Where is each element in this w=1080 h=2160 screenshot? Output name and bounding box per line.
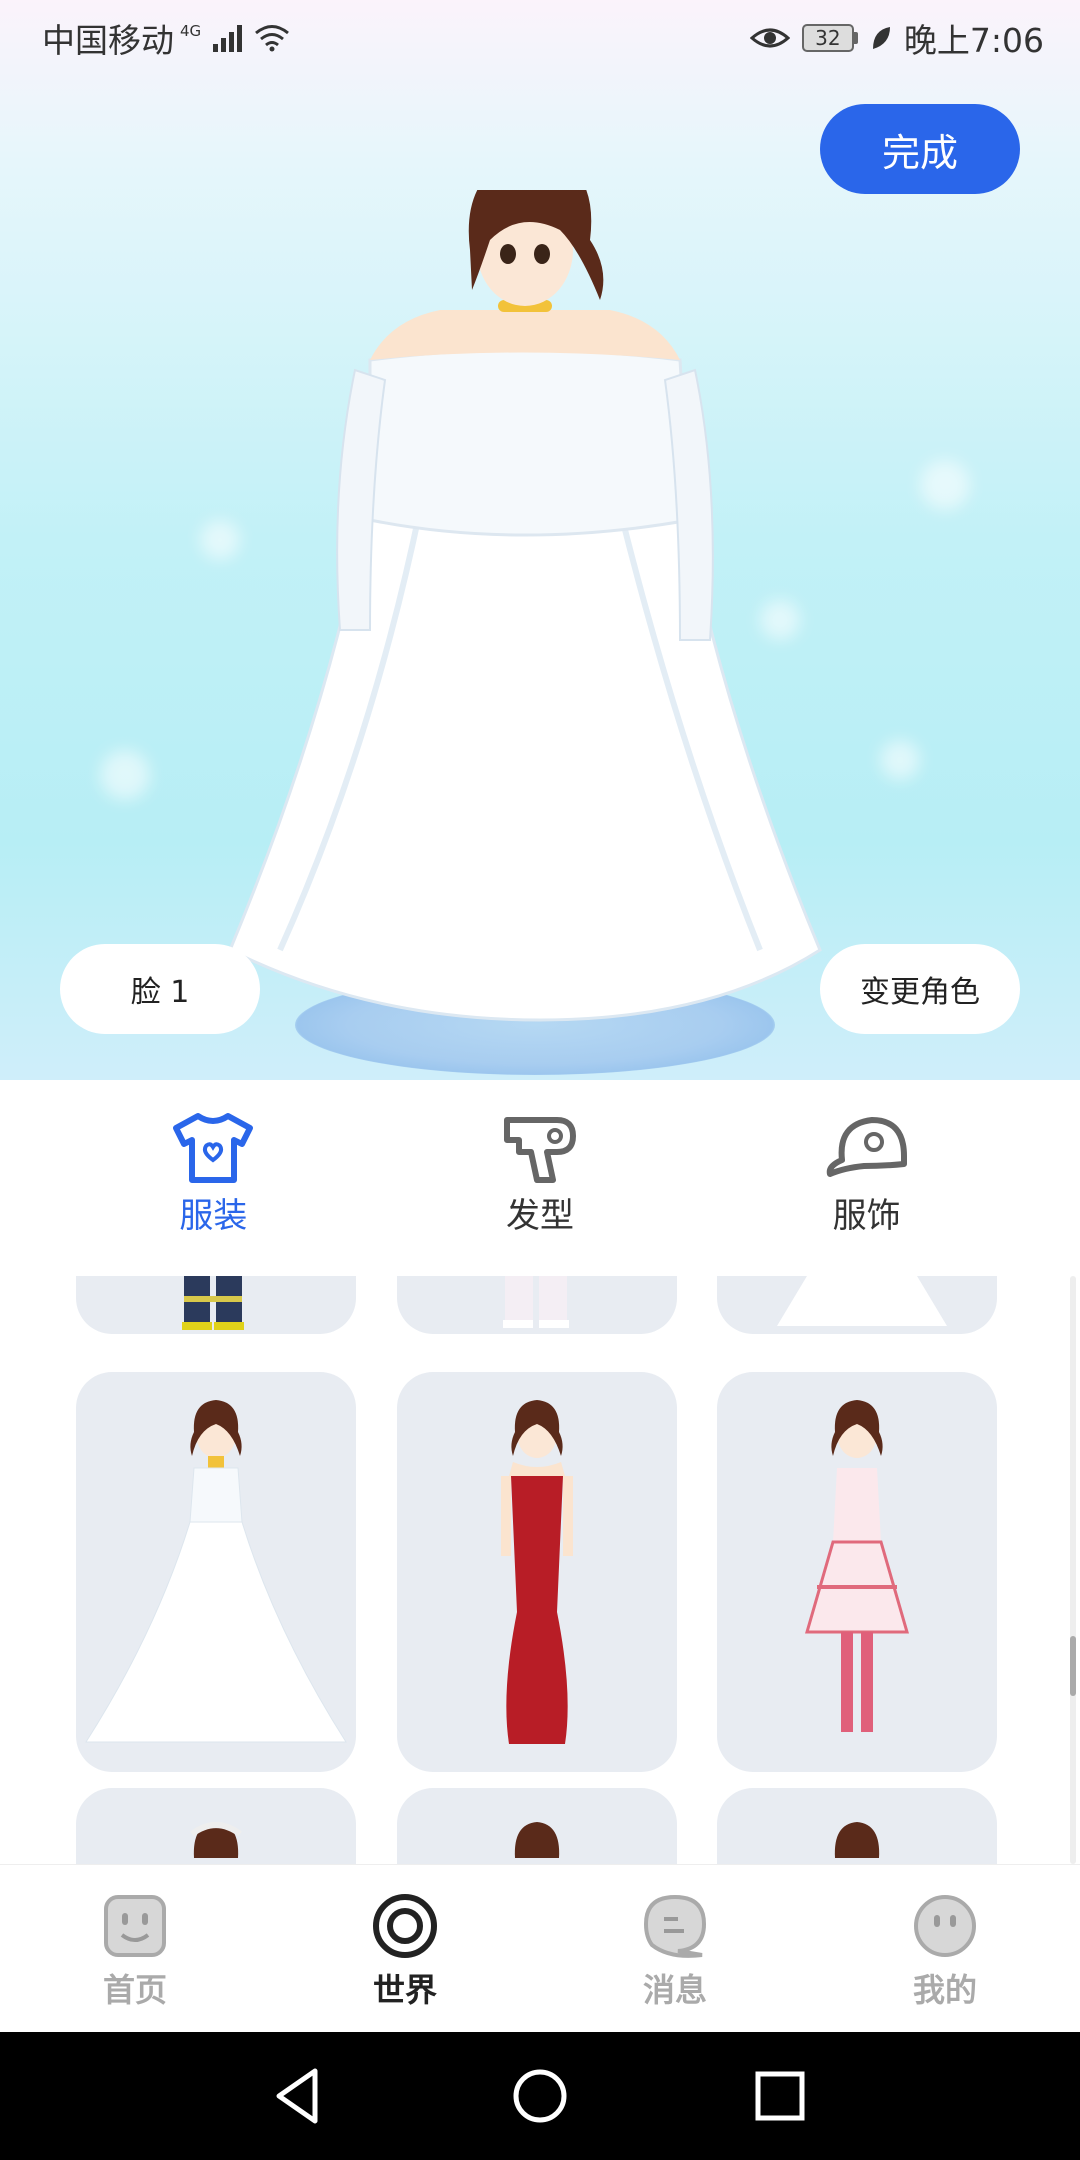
- nav-home[interactable]: 首页: [35, 1865, 235, 2032]
- outfit-pink-lolita-dress: [805, 1400, 909, 1732]
- outfit-card[interactable]: [397, 1788, 677, 1864]
- status-bar: 中国移动 4G 32 晚上7:06: [0, 0, 1080, 76]
- bokeh-light: [920, 460, 970, 510]
- clock: 晚上7:06: [903, 21, 1044, 60]
- outfit-card[interactable]: [76, 1788, 356, 1864]
- outfit-card[interactable]: [717, 1372, 997, 1772]
- battery-icon: 32: [801, 24, 858, 52]
- eye-comfort-icon: [749, 28, 790, 48]
- outfit-card[interactable]: [397, 1276, 677, 1334]
- home-face-icon: [104, 1895, 166, 1957]
- nav-label: 首页: [102, 1971, 167, 2009]
- outfit-card[interactable]: [397, 1372, 677, 1772]
- outfit-card[interactable]: [717, 1788, 997, 1864]
- wifi-icon: [255, 25, 290, 52]
- bokeh-light: [100, 750, 150, 800]
- tab-label: 服饰: [832, 1196, 901, 1236]
- done-button[interactable]: 完成: [820, 104, 1020, 194]
- signal-icon: [213, 24, 243, 52]
- nav-label: 我的: [912, 1971, 977, 2009]
- tab-label: 服装: [179, 1196, 248, 1236]
- tab-label: 发型: [505, 1196, 574, 1236]
- tab-hairstyle[interactable]: 发型: [450, 1080, 630, 1276]
- leaf-icon: [872, 27, 890, 49]
- recents-square-icon[interactable]: [745, 2061, 815, 2131]
- tab-clothing[interactable]: 服装: [123, 1080, 303, 1276]
- world-target-icon: [373, 1894, 437, 1958]
- outfit-card[interactable]: [76, 1372, 356, 1772]
- hair-dryer-icon: [503, 1117, 576, 1183]
- outfit-card[interactable]: [717, 1276, 997, 1334]
- change-character-button[interactable]: 变更角色: [820, 944, 1020, 1034]
- nav-profile[interactable]: 我的: [845, 1865, 1045, 2032]
- tshirt-icon: [173, 1113, 254, 1183]
- bokeh-light: [880, 740, 920, 780]
- carrier-name: 中国移动: [42, 21, 174, 60]
- nav-label: 消息: [642, 1971, 707, 2009]
- home-circle-icon[interactable]: [505, 2061, 575, 2131]
- outfit-red-evening-gown: [501, 1400, 573, 1744]
- outfit-grid: [0, 1276, 1080, 1864]
- profile-face-icon: [914, 1895, 976, 1957]
- cap-icon: [826, 1117, 907, 1177]
- network-type: 4G: [180, 22, 202, 40]
- nav-messages[interactable]: 消息: [575, 1865, 775, 2032]
- nav-world[interactable]: 世界: [305, 1865, 505, 2032]
- nav-label: 世界: [372, 1971, 437, 2009]
- bottom-nav: 首页 世界 消息 我的: [0, 1864, 1080, 2032]
- face-selector-button[interactable]: 脸 1: [60, 944, 260, 1034]
- character-preview[interactable]: 完成 脸 1 变更角色: [0, 0, 1080, 1080]
- scrollbar-thumb[interactable]: [1070, 1636, 1076, 1696]
- category-tabs: 服装 发型 服饰: [0, 1080, 1080, 1276]
- battery-level: 32: [801, 24, 854, 52]
- system-nav-bar: [0, 2032, 1080, 2160]
- outfit-wedding-dress: [85, 1400, 347, 1743]
- back-icon[interactable]: [265, 2061, 335, 2131]
- outfit-scrollbar[interactable]: [1070, 1276, 1076, 1864]
- message-bubble-icon: [643, 1894, 707, 1958]
- character-model: [228, 190, 822, 1022]
- tab-accessories[interactable]: 服饰: [777, 1080, 957, 1276]
- outfit-card[interactable]: [76, 1276, 356, 1334]
